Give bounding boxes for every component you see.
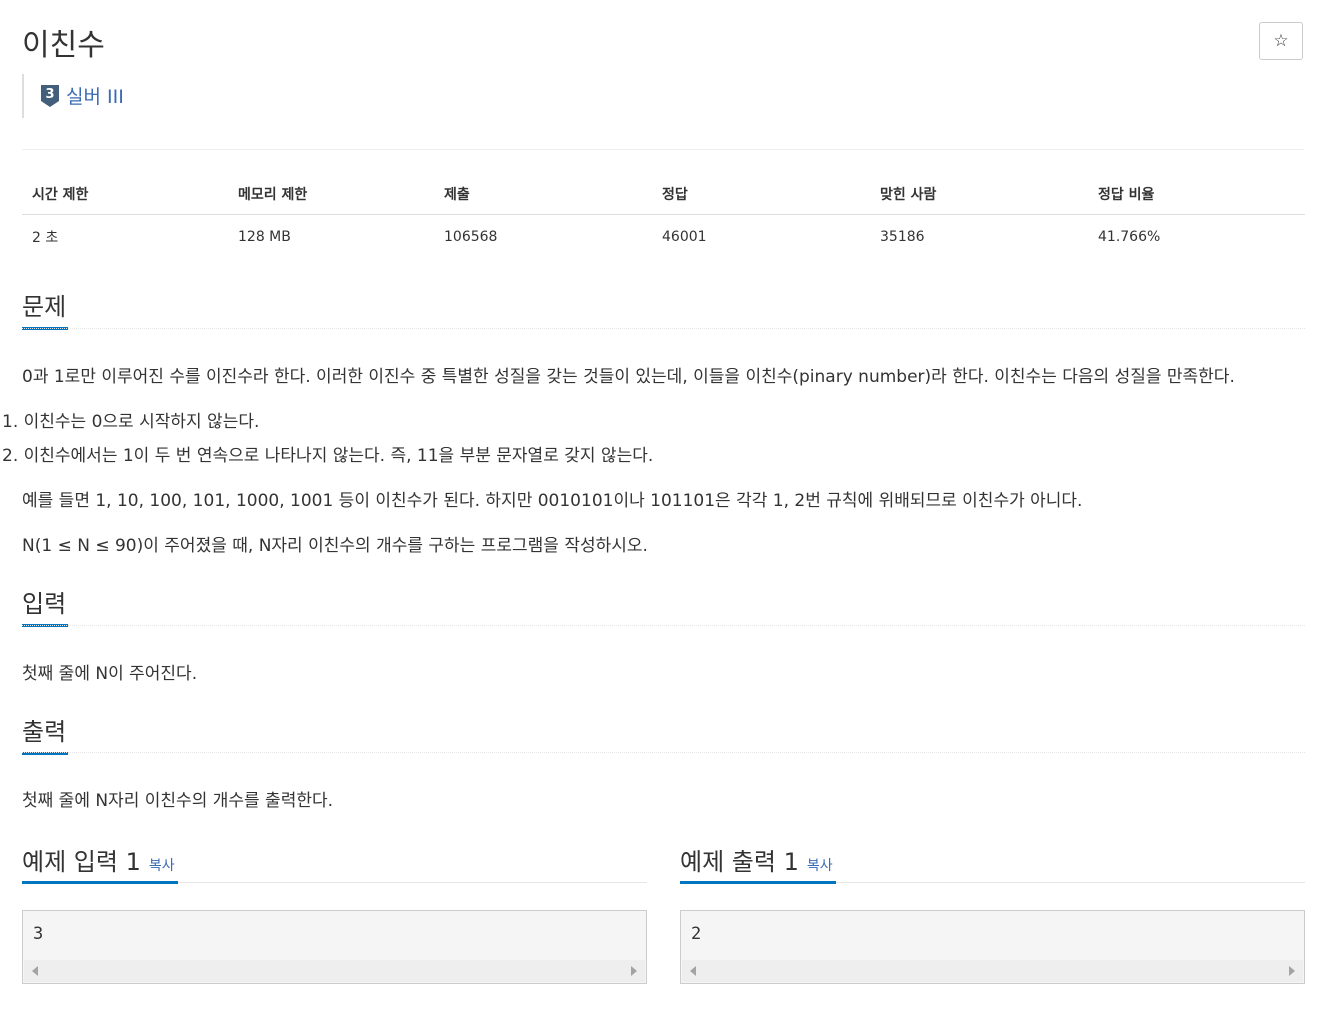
sample-output-box[interactable]: 2 xyxy=(680,910,1305,984)
section-divider xyxy=(22,752,1305,753)
heading-underline xyxy=(22,881,178,884)
header-accepted: 정답 xyxy=(652,172,870,215)
sample-input-box[interactable]: 3 xyxy=(22,910,647,984)
sample-output-heading: 예제 출력 1 복사 xyxy=(680,842,833,877)
problem-rule-2: 2. 이친수에서는 1이 두 번 연속으로 나타나지 않는다. 즉, 11을 부… xyxy=(2,446,654,466)
section-divider xyxy=(22,328,1305,329)
tier-label[interactable]: 실버 III xyxy=(66,82,124,109)
header-divider xyxy=(22,149,1304,150)
horizontal-scrollbar[interactable] xyxy=(682,960,1303,982)
output-heading-text: 출력 xyxy=(22,718,67,746)
memory-limit-value: 128 MB xyxy=(238,229,291,245)
scroll-left-arrow-icon[interactable] xyxy=(690,966,696,976)
scroll-right-arrow-icon[interactable] xyxy=(1289,966,1295,976)
section-divider xyxy=(22,625,1305,626)
header-submissions: 제출 xyxy=(434,172,652,215)
scroll-right-arrow-icon[interactable] xyxy=(631,966,637,976)
info-value-row: 2 초 128 MB 106568 46001 35186 41.766% xyxy=(22,215,1305,260)
problem-info-table: 시간 제한 메모리 제한 제출 정답 맞힌 사람 정답 비율 2 초 128 M… xyxy=(22,172,1305,259)
copy-sample-input-link[interactable]: 복사 xyxy=(149,858,175,874)
header-memory-limit: 메모리 제한 xyxy=(228,172,434,215)
solvers-value: 35186 xyxy=(880,229,925,245)
problem-description-p2: 예를 들면 1, 10, 100, 101, 1000, 1001 등이 이친수… xyxy=(22,491,1083,511)
accept-rate-value: 41.766% xyxy=(1098,229,1161,245)
problem-description-p1: 0과 1로만 이루어진 수를 이진수라 한다. 이러한 이진수 중 특별한 성질… xyxy=(22,367,1235,387)
time-limit-value: 2 초 xyxy=(32,230,59,246)
horizontal-scrollbar[interactable] xyxy=(24,960,645,982)
input-heading-text: 입력 xyxy=(22,590,67,618)
favorite-star-button[interactable]: ☆ xyxy=(1259,22,1303,60)
sample-output-heading-text: 예제 출력 1 xyxy=(680,848,799,876)
silver-tier-icon: 3 xyxy=(41,84,59,107)
header-accept-rate: 정답 비율 xyxy=(1088,172,1305,215)
heading-underline xyxy=(680,881,836,884)
submissions-value: 106568 xyxy=(444,229,498,245)
sample-input-heading: 예제 입력 1 복사 xyxy=(22,842,175,877)
accepted-value: 46001 xyxy=(662,229,707,245)
problem-title: 이친수 xyxy=(22,28,105,63)
sample-input-heading-text: 예제 입력 1 xyxy=(22,848,141,876)
input-section-heading: 입력 xyxy=(22,584,68,627)
output-description: 첫째 줄에 N자리 이친수의 개수를 출력한다. xyxy=(22,791,334,811)
tier-number: 3 xyxy=(45,87,54,102)
output-section-heading: 출력 xyxy=(22,712,68,755)
header-time-limit: 시간 제한 xyxy=(22,172,228,215)
info-header-row: 시간 제한 메모리 제한 제출 정답 맞힌 사람 정답 비율 xyxy=(22,172,1305,215)
tier-badge-link[interactable]: 3 실버 III xyxy=(40,82,124,109)
header-solvers: 맞힌 사람 xyxy=(870,172,1088,215)
problem-rule-1: 1. 이친수는 0으로 시작하지 않는다. xyxy=(2,412,260,432)
copy-sample-output-link[interactable]: 복사 xyxy=(807,858,833,874)
problem-heading-text: 문제 xyxy=(22,293,67,321)
problem-section-heading: 문제 xyxy=(22,287,68,330)
tier-container xyxy=(22,74,24,118)
scroll-left-arrow-icon[interactable] xyxy=(32,966,38,976)
problem-description-p3: N(1 ≤ N ≤ 90)이 주어졌을 때, N자리 이친수의 개수를 구하는 … xyxy=(22,536,648,556)
star-icon: ☆ xyxy=(1273,31,1289,51)
sample-input-value: 3 xyxy=(33,924,44,944)
sample-output-value: 2 xyxy=(691,924,702,944)
input-description: 첫째 줄에 N이 주어진다. xyxy=(22,664,198,684)
